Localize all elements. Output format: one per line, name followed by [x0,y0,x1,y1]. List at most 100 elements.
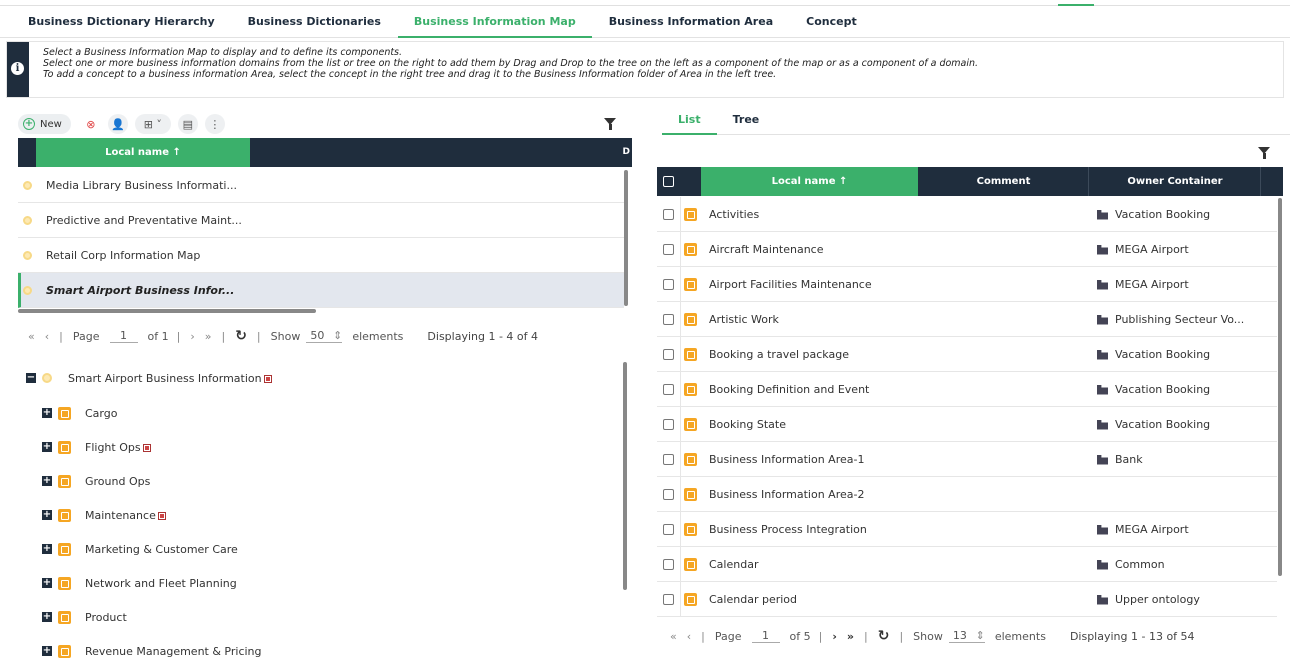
tab-business-information-map[interactable]: Business Information Map [397,6,592,38]
left-table-hscrollbar[interactable] [18,309,316,313]
table-row[interactable]: Artistic Work Publishing Secteur Vo... [657,302,1277,337]
prev-page-icon[interactable]: ‹ [687,630,691,643]
row-checkbox[interactable] [663,314,674,325]
tree-vscrollbar[interactable] [623,362,627,590]
tree-item[interactable]: + Flight Ops [42,437,151,457]
tree-item[interactable]: + Revenue Management & Pricing [42,641,262,661]
right-filter-icon[interactable] [1258,147,1270,159]
tree-root-label: Smart Airport Business Information [68,371,262,385]
area-icon [684,418,697,431]
expand-icon[interactable]: + [42,578,52,588]
row-checkbox[interactable] [663,384,674,395]
expand-icon[interactable]: + [42,442,52,452]
page-size-select[interactable]: 50 ⇕ [306,329,343,343]
tree-item[interactable]: + Cargo [42,403,117,423]
row-checkbox[interactable] [663,594,674,605]
tab-business-information-area[interactable]: Business Information Area [609,6,773,38]
tree-item[interactable]: + Product [42,607,127,627]
local-name-column-header[interactable]: Local name ↑ [36,138,250,167]
table-row[interactable]: Business Information Area-1 Bank [657,442,1277,477]
row-checkbox[interactable] [663,244,674,255]
owner-container-column-header[interactable]: Owner Container [1090,167,1261,196]
tab-tree[interactable]: Tree [717,110,776,135]
column-divider [680,477,681,511]
row-name: Activities [709,208,760,221]
table-row[interactable]: Booking Definition and Event Vacation Boo… [657,372,1277,407]
collapse-icon[interactable]: − [26,373,36,383]
next-page-icon[interactable]: › [832,630,837,643]
expand-icon[interactable]: + [42,612,52,622]
table-row[interactable]: Media Library Business Informati... [18,168,624,203]
table-row[interactable]: Booking a travel package Vacation Booking [657,337,1277,372]
page-size-select[interactable]: 13 ⇕ [948,629,985,643]
comment-column-header[interactable]: Comment [919,167,1089,196]
next-page-icon[interactable]: › [190,330,194,343]
table-row[interactable]: Calendar Common [657,547,1277,582]
row-checkbox[interactable] [663,559,674,570]
tree-item[interactable]: + Network and Fleet Planning [42,573,237,593]
row-checkbox[interactable] [663,279,674,290]
tab-business-dictionaries[interactable]: Business Dictionaries [248,6,381,38]
row-checkbox[interactable] [663,454,674,465]
expand-icon[interactable]: + [42,476,52,486]
d-column-header[interactable]: D [623,147,630,157]
rule-icon [263,375,272,383]
table-row[interactable]: Aircraft Maintenance MEGA Airport [657,232,1277,267]
expand-icon[interactable]: + [42,408,52,418]
row-name: Booking State [709,418,786,431]
table-row[interactable]: Activities Vacation Booking [657,197,1277,232]
expand-icon[interactable]: + [42,510,52,520]
table-row[interactable]: Airport Facilities Maintenance MEGA Airpo… [657,267,1277,302]
left-filter-icon[interactable] [604,118,616,130]
right-table-vscrollbar[interactable] [1278,198,1282,576]
page-input[interactable]: 1 [751,629,780,643]
page-label: Page [714,629,742,643]
select-all-checkbox[interactable] [663,176,674,187]
first-page-icon[interactable]: « [670,630,677,643]
row-checkbox[interactable] [663,489,674,500]
local-name-column-header[interactable]: Local name ↑ [701,167,918,196]
library-icon [1097,524,1108,535]
tree-item[interactable]: + Maintenance [42,505,166,525]
left-table-vscrollbar[interactable] [624,170,628,306]
new-button[interactable]: + New [18,114,71,134]
expand-icon[interactable]: + [42,544,52,554]
table-row[interactable]: Business Information Area-2 [657,477,1277,512]
table-row[interactable]: Business Process Integration MEGA Airport [657,512,1277,547]
refresh-icon[interactable]: ↻ [235,328,247,344]
tab-concept[interactable]: Concept [806,6,857,38]
tree-item[interactable]: + Marketing & Customer Care [42,539,238,559]
tree-item[interactable]: + Ground Ops [42,471,150,491]
page-size-value: 13 [952,629,967,642]
library-icon [1097,244,1108,255]
row-name: Predictive and Preventative Maint... [46,213,242,227]
expand-icon[interactable]: + [42,646,52,656]
refresh-icon[interactable]: ↻ [878,628,890,644]
table-row[interactable]: Booking State Vacation Booking [657,407,1277,442]
show-label: Show [270,329,301,343]
owner-cell: MEGA Airport [1097,523,1189,536]
report-icon[interactable]: ▤ [177,114,198,134]
tab-list[interactable]: List [662,110,717,135]
delete-icon[interactable]: ⊗ [81,114,101,134]
row-checkbox[interactable] [663,524,674,535]
table-row[interactable]: Predictive and Preventative Maint... [18,203,624,238]
connect-dropdown-icon[interactable]: ⊞ ˅ [134,114,171,134]
table-row[interactable]: Retail Corp Information Map [18,238,624,273]
first-page-icon[interactable]: « [28,330,35,343]
row-checkbox[interactable] [663,209,674,220]
row-checkbox[interactable] [663,419,674,430]
new-button-label: New [40,118,62,130]
tab-business-dictionary-hierarchy[interactable]: Business Dictionary Hierarchy [28,6,215,38]
last-page-icon[interactable]: » [847,630,854,643]
last-page-icon[interactable]: » [205,330,212,343]
tree-root[interactable]: − Smart Airport Business Information [26,368,272,388]
column-divider [680,442,681,476]
more-icon[interactable]: ⋮ [204,114,225,134]
assign-user-icon[interactable]: 👤 [107,114,128,134]
table-row-selected[interactable]: Smart Airport Business Infor... [18,273,624,308]
prev-page-icon[interactable]: ‹ [45,330,49,343]
page-input[interactable]: 1 [109,329,138,343]
table-row[interactable]: Calendar period Upper ontology [657,582,1277,617]
row-checkbox[interactable] [663,349,674,360]
